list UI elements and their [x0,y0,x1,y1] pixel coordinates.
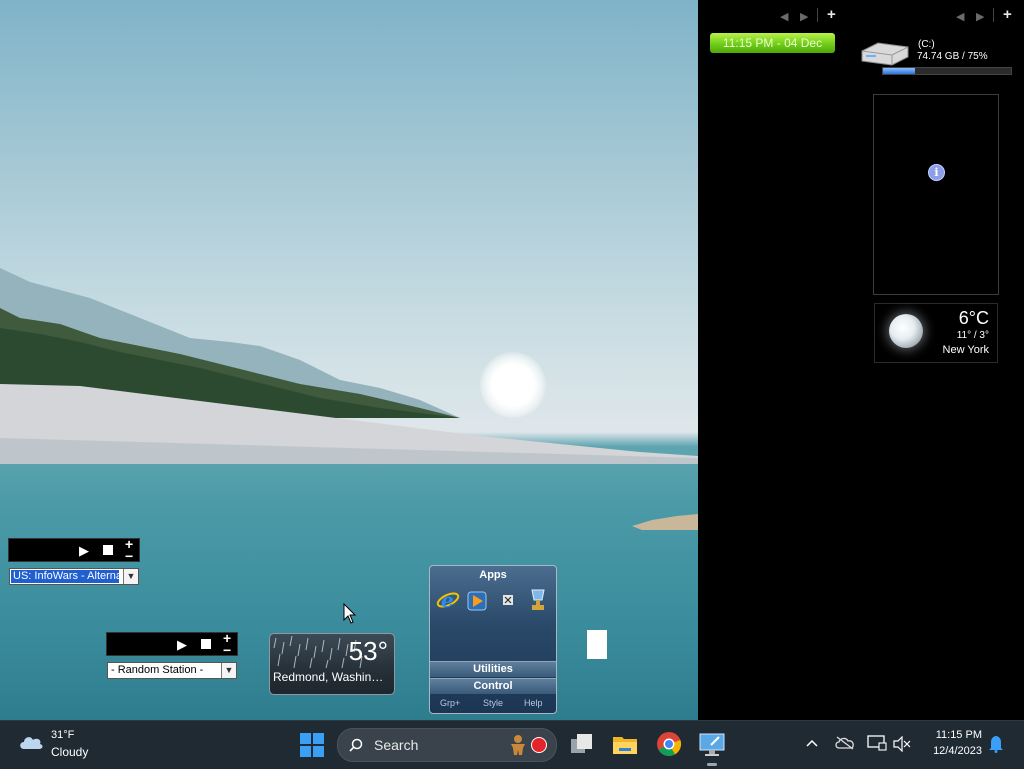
taskbar-search-box[interactable]: Search [337,728,557,762]
play-icon[interactable]: ▶ [177,637,187,653]
windows-start-icon[interactable] [299,732,325,758]
weather-gadget[interactable]: 53° Redmond, Washington [269,633,395,695]
sidebar-prev-button-2[interactable]: ◀ [956,10,964,23]
apps-row-control[interactable]: Control [430,678,556,694]
radio-station-value-2: - Random Station - [111,664,204,676]
bell-icon[interactable] [988,735,1004,753]
shoreline-graphic [0,384,698,464]
sidebar-weather-gadget[interactable]: 6°C 11° / 3° New York [874,303,998,363]
taskbar-clock-date[interactable]: 12/4/2023 [920,745,982,757]
apps-footer-grp[interactable]: Grp+ [440,698,460,708]
chrome-icon[interactable] [654,729,684,759]
clock-gadget[interactable]: 11:15 PM - 04 Dec [710,33,835,53]
taskbar: 31°F Cloudy Search 11:15 PM 12/4/2023 [0,720,1024,769]
sidebar-weather-city: New York [942,344,989,356]
gingerbread-icon [511,735,525,755]
weather-city: Redmond, Washington [273,670,389,684]
hard-drive-icon [861,42,909,66]
drive-usage-bar [882,67,1012,75]
chevron-up-icon[interactable] [805,737,819,749]
sidebar-divider [817,8,818,22]
slideshow-gadget[interactable]: i [873,94,999,295]
speaker-muted-icon[interactable] [893,736,911,752]
trophy-icon[interactable] [529,588,547,612]
stop-icon[interactable] [103,545,113,555]
sidebar-weather-range: 11° / 3° [956,330,989,341]
sidebar-add-button-2[interactable]: + [1003,6,1012,23]
radio-station-select-2[interactable]: - Random Station - ▼ [107,662,237,679]
info-icon[interactable]: i [928,164,945,181]
moon-icon [889,314,923,348]
internet-explorer-icon[interactable]: e [436,588,460,612]
chevron-down-icon[interactable]: ▼ [221,663,236,678]
file-explorer-icon[interactable] [610,729,640,759]
media-player-icon[interactable] [467,591,487,611]
onedrive-icon[interactable] [835,736,855,750]
apps-title: Apps [479,569,507,581]
sidebar-weather-temp: 6°C [958,308,989,328]
drive-meter-gadget[interactable]: (C:) 74.74 GB / 75% [858,37,1014,77]
sidebar-prev-button-1[interactable]: ◀ [780,10,788,23]
radio-station-value-1: US: InfoWars - Alterna [11,570,119,583]
chevron-down-icon[interactable]: ▼ [123,569,138,584]
sidebar-add-button-1[interactable]: + [827,6,836,23]
cloud-icon[interactable] [18,732,44,752]
sidebar-next-button-2[interactable]: ▶ [976,10,984,23]
active-app-indicator [707,763,717,766]
small-app-icon[interactable] [503,595,513,605]
mouse-cursor-icon [343,603,357,624]
clock-time: 11:15 PM [722,36,774,50]
task-view-icon[interactable] [567,729,597,759]
blank-gadget[interactable] [587,630,607,659]
radio-player-2: ▶ + − [106,630,238,658]
weather-temp: 53° [348,636,388,666]
taskbar-weather-condition[interactable]: Cloudy [51,745,88,759]
clock-date: 04 Dec [784,36,823,50]
apps-footer-style[interactable]: Style [483,698,503,708]
volume-down-button[interactable]: − [223,642,231,658]
remote-desktop-icon[interactable] [697,729,727,759]
search-placeholder: Search [374,737,419,753]
svg-text:e: e [441,588,454,612]
drive-usage-fill [883,68,915,74]
drive-label: (C:) [918,39,935,50]
taskbar-clock-time[interactable]: 11:15 PM [924,729,982,741]
search-icon [349,738,363,752]
record-icon [531,737,547,753]
taskbar-weather-temp[interactable]: 31°F [51,729,74,741]
apps-footer-help[interactable]: Help [524,698,543,708]
sidebar-next-button-1[interactable]: ▶ [800,10,808,23]
display-icon[interactable] [867,735,887,751]
radio-player-1: ▶ + − [8,536,140,564]
apps-row-utilities[interactable]: Utilities [430,661,556,677]
stop-icon[interactable] [201,639,211,649]
sandbar-graphic [632,514,698,530]
sidebar-divider [993,8,994,22]
volume-down-button[interactable]: − [125,548,133,564]
radio-station-select-1[interactable]: US: InfoWars - Alterna ▼ [9,568,139,585]
sun-graphic [480,352,546,418]
drive-size: 74.74 GB / 75% [917,51,988,62]
clock-separator: - [773,36,785,50]
apps-launcher-gadget: Apps e Utilities Control Grp+ Style Help [429,565,557,714]
play-icon[interactable]: ▶ [79,543,89,559]
